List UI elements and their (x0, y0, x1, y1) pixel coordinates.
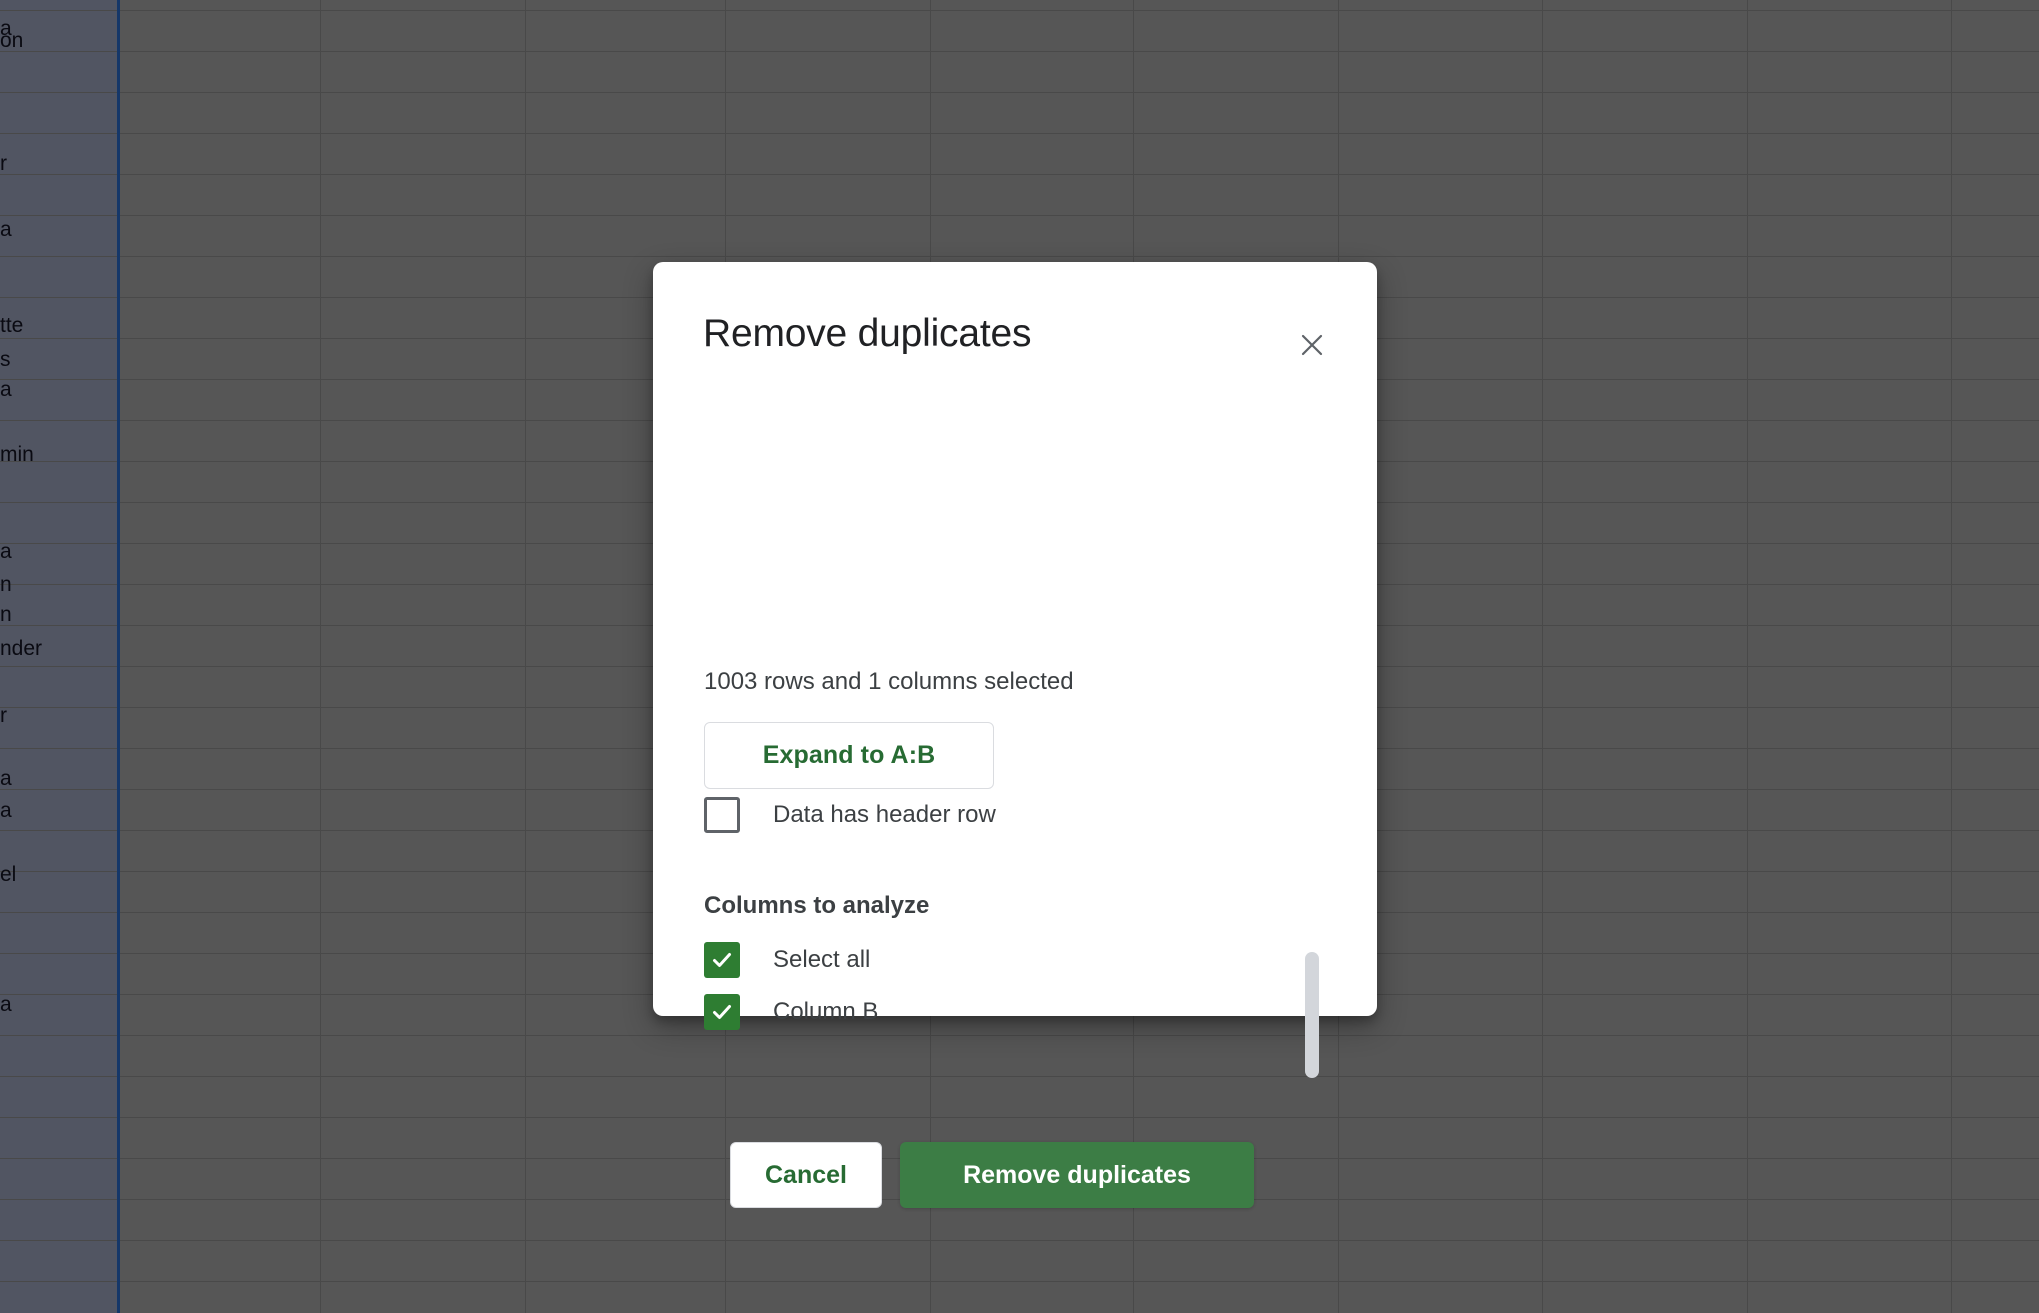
spreadsheet-cell[interactable]: r (0, 153, 112, 174)
grid-row-line (0, 92, 2039, 93)
columns-list-scrollbar[interactable] (1305, 952, 1319, 1088)
grid-row-line (0, 1281, 2039, 1282)
data-has-header-row-label: Data has header row (773, 801, 996, 828)
spreadsheet-cell[interactable]: nder (0, 638, 112, 659)
spreadsheet-cell[interactable]: a (0, 994, 112, 1015)
select-all-label: Select all (773, 946, 871, 973)
grid-row-line (0, 256, 2039, 257)
spreadsheet-cell[interactable]: tte (0, 315, 112, 336)
checkbox-box-checked[interactable] (704, 994, 740, 1030)
selection-summary-text: 1003 rows and 1 columns selected (704, 668, 1074, 695)
expand-range-button[interactable]: Expand to A:B (704, 722, 994, 789)
spreadsheet-cell[interactable]: r (0, 705, 112, 726)
grid-row-line (0, 215, 2039, 216)
remove-duplicates-button[interactable]: Remove duplicates (900, 1142, 1254, 1208)
grid-row-line (0, 10, 2039, 11)
spreadsheet-cell[interactable]: n (0, 574, 112, 595)
column-b-checkbox[interactable]: Column B (704, 994, 878, 1030)
cancel-button[interactable]: Cancel (730, 1142, 882, 1208)
spreadsheet-cell[interactable]: a (0, 219, 112, 240)
spreadsheet-cell[interactable]: on (0, 30, 112, 51)
checkbox-box-checked[interactable] (704, 942, 740, 978)
spreadsheet-cell[interactable]: n (0, 604, 112, 625)
columns-list-scrollbar-thumb[interactable] (1305, 952, 1319, 1078)
grid-row-line (0, 133, 2039, 134)
spreadsheet-cell[interactable]: a (0, 800, 112, 821)
columns-to-analyze-list: Select all Column B (653, 934, 1377, 1104)
spreadsheet-cell[interactable]: a (0, 768, 112, 789)
columns-to-analyze-label: Columns to analyze (704, 892, 930, 919)
dialog-action-bar: Cancel Remove duplicates (653, 1142, 1377, 1208)
select-all-checkbox[interactable]: Select all (704, 942, 870, 978)
checkbox-box-unchecked[interactable] (704, 797, 740, 833)
grid-row-line (0, 51, 2039, 52)
spreadsheet-cell[interactable]: a (0, 379, 112, 400)
spreadsheet-cell[interactable]: min (0, 444, 112, 465)
spreadsheet-cell[interactable]: el (0, 864, 112, 885)
close-icon[interactable] (1293, 326, 1331, 364)
remove-duplicates-dialog: Remove duplicates 1003 rows and 1 column… (653, 262, 1377, 1208)
data-has-header-row-checkbox[interactable]: Data has header row (704, 797, 996, 833)
dialog-title: Remove duplicates (703, 312, 1032, 355)
column-b-label: Column B (773, 998, 879, 1025)
grid-row-line (0, 1240, 2039, 1241)
spreadsheet-cell[interactable]: s (0, 349, 112, 370)
selection-range-border (117, 0, 120, 1313)
grid-row-line (0, 1117, 2039, 1118)
grid-row-line (0, 174, 2039, 175)
spreadsheet-cell[interactable]: a (0, 541, 112, 562)
